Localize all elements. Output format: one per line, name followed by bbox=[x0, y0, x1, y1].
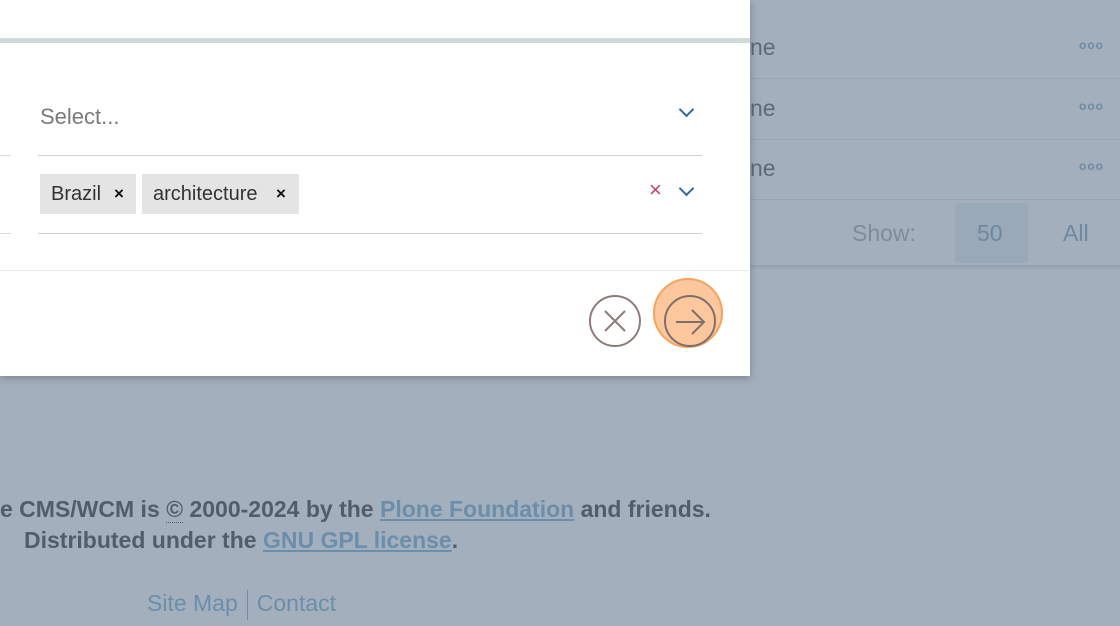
gpl-license-link[interactable]: GNU GPL license bbox=[263, 527, 452, 553]
chevron-down-icon[interactable] bbox=[678, 180, 695, 197]
cancel-button[interactable] bbox=[589, 295, 641, 347]
tag-architecture: architecture × bbox=[142, 174, 299, 214]
copyright-line: e CMS/WCM is © 2000-2024 by the Plone Fo… bbox=[0, 496, 711, 523]
arrow-right-icon bbox=[676, 309, 706, 335]
show-50-button[interactable]: 50 bbox=[977, 220, 1003, 247]
copyright-abbr: © bbox=[166, 496, 184, 523]
row-text: ne bbox=[750, 155, 776, 181]
clear-icon[interactable]: × bbox=[649, 177, 662, 203]
tag-label: Brazil bbox=[51, 183, 102, 205]
more-dots-icon[interactable]: ooo bbox=[1079, 159, 1104, 173]
more-dots-icon[interactable]: ooo bbox=[1079, 38, 1104, 52]
site-map-link[interactable]: Site Map bbox=[147, 590, 238, 616]
select-input[interactable]: Select... bbox=[38, 78, 702, 156]
row-text: ne bbox=[750, 95, 776, 121]
pagination-bar: Show: 50 All bbox=[750, 200, 1120, 266]
plone-foundation-link[interactable]: Plone Foundation bbox=[380, 496, 574, 522]
divider bbox=[0, 270, 750, 271]
tag-label: architecture bbox=[153, 183, 258, 205]
tag-brazil: Brazil × bbox=[40, 174, 136, 214]
footer-links: Site Map Contact bbox=[147, 590, 336, 620]
close-icon bbox=[604, 310, 626, 332]
separator bbox=[246, 590, 248, 620]
show-all-button[interactable]: All bbox=[1063, 220, 1089, 247]
more-dots-icon[interactable]: ooo bbox=[1079, 99, 1104, 113]
chevron-down-icon[interactable] bbox=[678, 101, 695, 118]
background-row: ne ooo bbox=[750, 139, 1120, 200]
show-label: Show: bbox=[852, 220, 916, 246]
tags-select-input[interactable]: Brazil × architecture × × bbox=[38, 156, 702, 234]
tag-remove-icon[interactable]: × bbox=[276, 174, 286, 214]
contact-link[interactable]: Contact bbox=[257, 590, 336, 616]
select-placeholder: Select... bbox=[40, 104, 120, 129]
divider bbox=[0, 155, 11, 156]
submit-button[interactable] bbox=[664, 295, 716, 347]
license-line: Distributed under the GNU GPL license. bbox=[24, 527, 459, 553]
background-row: ne ooo bbox=[750, 18, 1120, 79]
row-text: ne bbox=[750, 34, 776, 60]
divider bbox=[0, 233, 11, 234]
tag-remove-icon[interactable]: × bbox=[114, 174, 124, 214]
background-row: ne ooo bbox=[750, 79, 1120, 140]
modal-divider bbox=[0, 38, 750, 43]
modal-dialog: Select... Brazil × architecture × × bbox=[0, 0, 750, 376]
